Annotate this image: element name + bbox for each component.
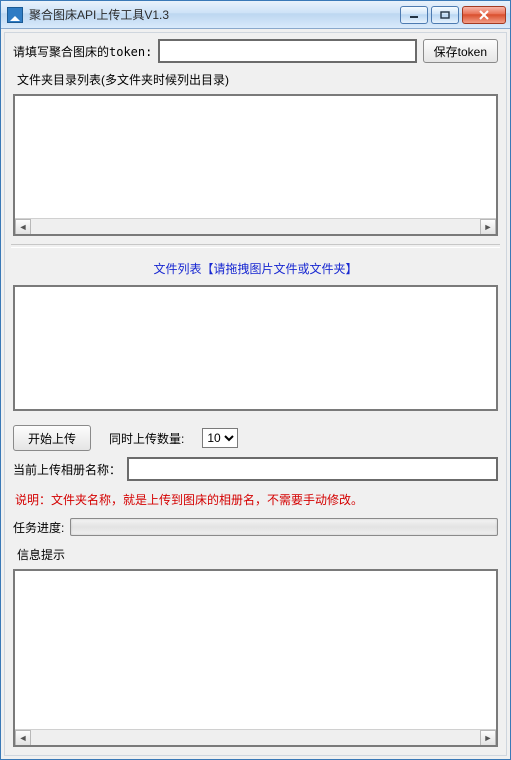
scroll-track[interactable] — [31, 730, 480, 745]
log-list[interactable]: ◄ ► — [13, 569, 498, 747]
album-label: 当前上传相册名称： — [13, 461, 121, 478]
scroll-right-icon[interactable]: ► — [480, 219, 496, 235]
log-label: 信息提示 — [17, 546, 498, 563]
upload-row: 开始上传 同时上传数量: 10 — [13, 425, 498, 451]
progress-label: 任务进度: — [13, 519, 64, 536]
file-list-label: 文件列表【请拖拽图片文件或文件夹】 — [13, 256, 498, 279]
scroll-left-icon[interactable]: ◄ — [15, 730, 31, 746]
note-text: 说明：文件夹名称，就是上传到图床的相册名，不需要手动修改。 — [13, 487, 498, 512]
maximize-button[interactable] — [431, 6, 459, 24]
folder-list-label: 文件夹目录列表(多文件夹时候列出目录) — [17, 71, 498, 88]
scroll-left-icon[interactable]: ◄ — [15, 219, 31, 235]
log-list-hscroll[interactable]: ◄ ► — [15, 729, 496, 745]
window-title: 聚合图床API上传工具V1.3 — [29, 6, 394, 23]
divider — [11, 244, 500, 248]
scroll-track[interactable] — [31, 219, 480, 234]
folder-list[interactable]: ◄ ► — [13, 94, 498, 236]
app-icon — [7, 7, 23, 23]
titlebar[interactable]: 聚合图床API上传工具V1.3 — [1, 1, 510, 29]
token-input[interactable] — [158, 39, 416, 63]
close-button[interactable] — [462, 6, 506, 24]
token-row: 请填写聚合图床的token: 保存token — [13, 39, 498, 63]
client-area: 请填写聚合图床的token: 保存token 文件夹目录列表(多文件夹时候列出目… — [4, 32, 507, 756]
concurrent-select[interactable]: 10 — [202, 428, 238, 448]
start-upload-button[interactable]: 开始上传 — [13, 425, 91, 451]
progress-row: 任务进度: — [13, 518, 498, 536]
folder-list-hscroll[interactable]: ◄ ► — [15, 218, 496, 234]
app-window: 聚合图床API上传工具V1.3 请填写聚合图床的token: 保存token 文… — [0, 0, 511, 760]
minimize-button[interactable] — [400, 6, 428, 24]
window-controls — [400, 6, 506, 24]
file-list[interactable] — [13, 285, 498, 411]
album-name-input[interactable] — [127, 457, 498, 481]
concurrent-label: 同时上传数量: — [109, 430, 184, 447]
album-row: 当前上传相册名称： — [13, 457, 498, 481]
token-label: 请填写聚合图床的token: — [13, 43, 152, 60]
save-token-button[interactable]: 保存token — [423, 39, 498, 63]
progress-bar — [70, 518, 498, 536]
scroll-right-icon[interactable]: ► — [480, 730, 496, 746]
